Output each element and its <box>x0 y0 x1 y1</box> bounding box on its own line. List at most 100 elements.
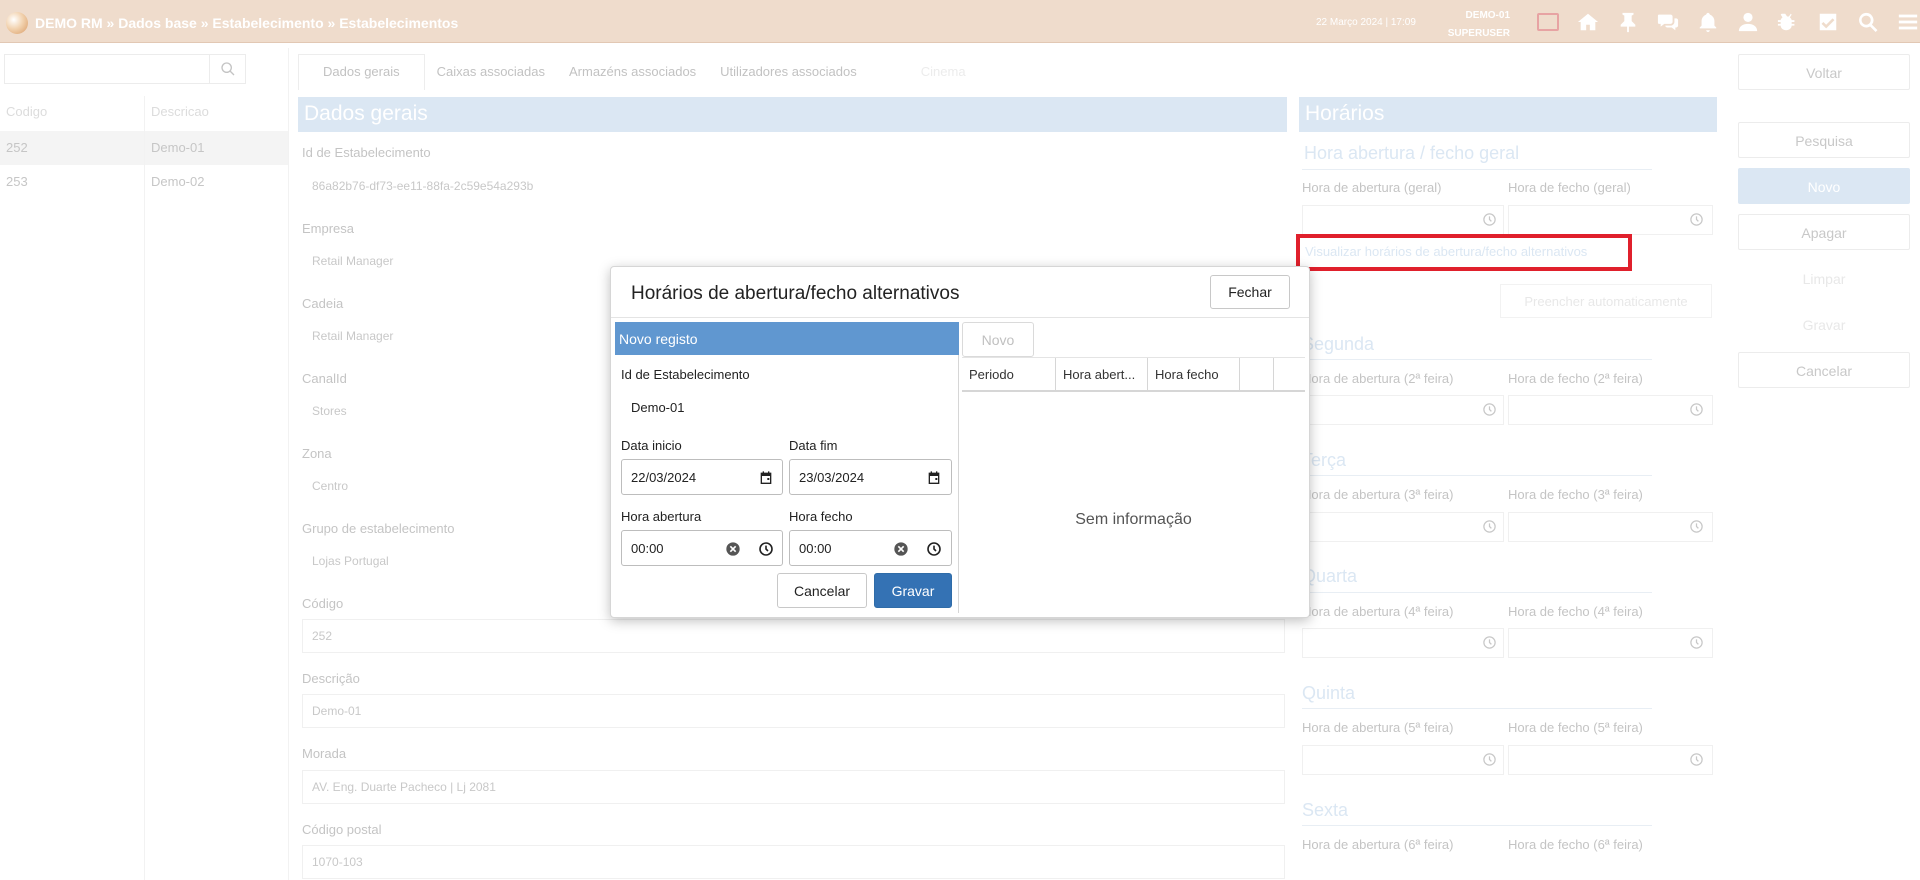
clock-icon[interactable] <box>1482 635 1497 650</box>
clock-icon[interactable] <box>1482 402 1497 417</box>
start-date-value: 22/03/2024 <box>631 470 697 485</box>
grid-column-close-hour[interactable]: Hora fecho <box>1148 358 1240 391</box>
general-section-title: Dados gerais <box>298 97 1287 132</box>
clock-icon[interactable] <box>1482 752 1497 767</box>
cancel-button[interactable]: Cancelar <box>1738 352 1910 388</box>
modal-close-button[interactable]: Fechar <box>1210 275 1290 309</box>
toolbar-icons <box>1528 9 1920 35</box>
delete-button[interactable]: Apagar <box>1738 214 1910 250</box>
postal-code-label: Código postal <box>302 822 382 837</box>
open-hour-input[interactable]: 00:00 <box>621 530 783 566</box>
menu-icon[interactable] <box>1888 9 1920 35</box>
tab-cinema[interactable]: Cinema <box>909 54 978 90</box>
company-label: Empresa <box>302 221 355 236</box>
new-button[interactable]: Novo <box>1738 168 1910 204</box>
chat-icon[interactable] <box>1648 9 1688 35</box>
store-id-label: Id de Estabelecimento <box>302 145 431 160</box>
home-icon[interactable] <box>1568 9 1608 35</box>
open-general-input[interactable] <box>1302 205 1504 235</box>
tab-warehouses[interactable]: Armazéns associados <box>557 54 708 90</box>
new-record-header: Novo registo <box>615 322 959 355</box>
clock-icon[interactable] <box>926 541 942 557</box>
tab-registers[interactable]: Caixas associadas <box>425 54 557 90</box>
clock-icon[interactable] <box>1689 402 1704 417</box>
end-date-label: Data fim <box>789 438 838 453</box>
code-label: Código <box>302 596 344 611</box>
close-tuesday-input[interactable] <box>1508 512 1713 542</box>
bell-icon[interactable] <box>1688 9 1728 35</box>
open-thursday-input[interactable] <box>1302 745 1504 775</box>
search-button[interactable]: Pesquisa <box>1738 122 1910 158</box>
clock-icon[interactable] <box>1689 752 1704 767</box>
breadcrumb[interactable]: DEMO RM » Dados base » Estabelecimento »… <box>35 15 458 31</box>
calendar-icon[interactable] <box>926 470 942 486</box>
general-hours-title: Hora abertura / fecho geral <box>1304 143 1520 163</box>
pin-icon[interactable] <box>1608 9 1648 35</box>
clear-icon[interactable] <box>893 541 909 557</box>
clock-icon[interactable] <box>758 541 774 557</box>
search-icon[interactable] <box>1848 9 1888 35</box>
bug-icon[interactable] <box>1768 9 1808 35</box>
day-title-friday: Sexta <box>1302 800 1349 820</box>
search-input[interactable] <box>5 55 209 83</box>
close-hour-label: Hora fecho <box>789 509 853 524</box>
tab-users[interactable]: Utilizadores associados <box>708 54 869 90</box>
auto-fill-button[interactable]: Preencher automaticamente <box>1500 284 1712 318</box>
description-field[interactable] <box>302 694 1285 728</box>
modal-save-button[interactable]: Gravar <box>874 573 952 608</box>
end-date-input[interactable]: 23/03/2024 <box>789 459 952 495</box>
channel-value: Stores <box>312 404 347 418</box>
chain-label: Cadeia <box>302 296 344 311</box>
day-title-thursday: Quinta <box>1302 683 1356 703</box>
clock-icon[interactable] <box>1482 519 1497 534</box>
list-item-code: 252 <box>6 140 28 155</box>
postal-code-field[interactable] <box>302 845 1285 879</box>
close-friday-label: Hora de fecho (6ª feira) <box>1508 837 1643 852</box>
divider <box>1302 708 1652 709</box>
store-code: DEMO-01 <box>1465 10 1510 21</box>
chat-box-icon[interactable] <box>1528 9 1568 35</box>
clock-icon[interactable] <box>1689 212 1704 227</box>
close-general-input[interactable] <box>1508 205 1713 235</box>
close-monday-input[interactable] <box>1508 395 1713 425</box>
clock-icon[interactable] <box>1482 212 1497 227</box>
tab-general[interactable]: Dados gerais <box>298 54 425 90</box>
grid-column-open-hour[interactable]: Hora abert... <box>1056 358 1148 391</box>
close-monday-label: Hora de fecho (2ª feira) <box>1508 371 1643 386</box>
check-icon[interactable] <box>1808 9 1848 35</box>
close-hour-input[interactable]: 00:00 <box>789 530 952 566</box>
divider <box>1302 592 1652 593</box>
save-button[interactable]: Gravar <box>1738 306 1910 342</box>
grid-header: Periodo Hora abert... Hora fecho <box>962 357 1305 392</box>
list-item-description: Demo-02 <box>151 174 205 189</box>
channel-label: CanalId <box>302 371 347 386</box>
back-button[interactable]: Voltar <box>1738 54 1910 90</box>
clear-icon[interactable] <box>725 541 741 557</box>
open-wednesday-label: Hora de abertura (4ª feira) <box>1302 604 1454 619</box>
column-header-code[interactable]: Codigo <box>6 104 47 119</box>
store-id-value: 86a82b76-df73-ee11-88fa-2c59e54a293b <box>312 179 534 193</box>
column-header-description[interactable]: Descricao <box>151 104 209 119</box>
clock-icon[interactable] <box>1689 635 1704 650</box>
column-divider <box>144 96 145 880</box>
close-thursday-input[interactable] <box>1508 745 1713 775</box>
clock-icon[interactable] <box>1689 519 1704 534</box>
grid-column-period[interactable]: Periodo <box>962 358 1056 391</box>
open-monday-input[interactable] <box>1302 395 1504 425</box>
user-icon[interactable] <box>1728 9 1768 35</box>
close-wednesday-input[interactable] <box>1508 628 1713 658</box>
alternative-hours-modal: Horários de abertura/fecho alternativos … <box>610 266 1310 618</box>
grid-new-button[interactable]: Novo <box>962 322 1034 357</box>
clear-button[interactable]: Limpar <box>1738 260 1910 296</box>
grid-column-actions <box>1240 358 1274 391</box>
search-button[interactable] <box>209 55 245 83</box>
open-wednesday-input[interactable] <box>1302 628 1504 658</box>
user-info[interactable]: DEMO-01 SUPERUSER <box>1440 7 1510 43</box>
code-field[interactable] <box>302 619 1285 653</box>
user-name: SUPERUSER <box>1447 28 1510 39</box>
open-tuesday-input[interactable] <box>1302 512 1504 542</box>
calendar-icon[interactable] <box>758 470 774 486</box>
start-date-input[interactable]: 22/03/2024 <box>621 459 783 495</box>
app-logo[interactable] <box>6 12 28 34</box>
modal-cancel-button[interactable]: Cancelar <box>777 573 867 608</box>
